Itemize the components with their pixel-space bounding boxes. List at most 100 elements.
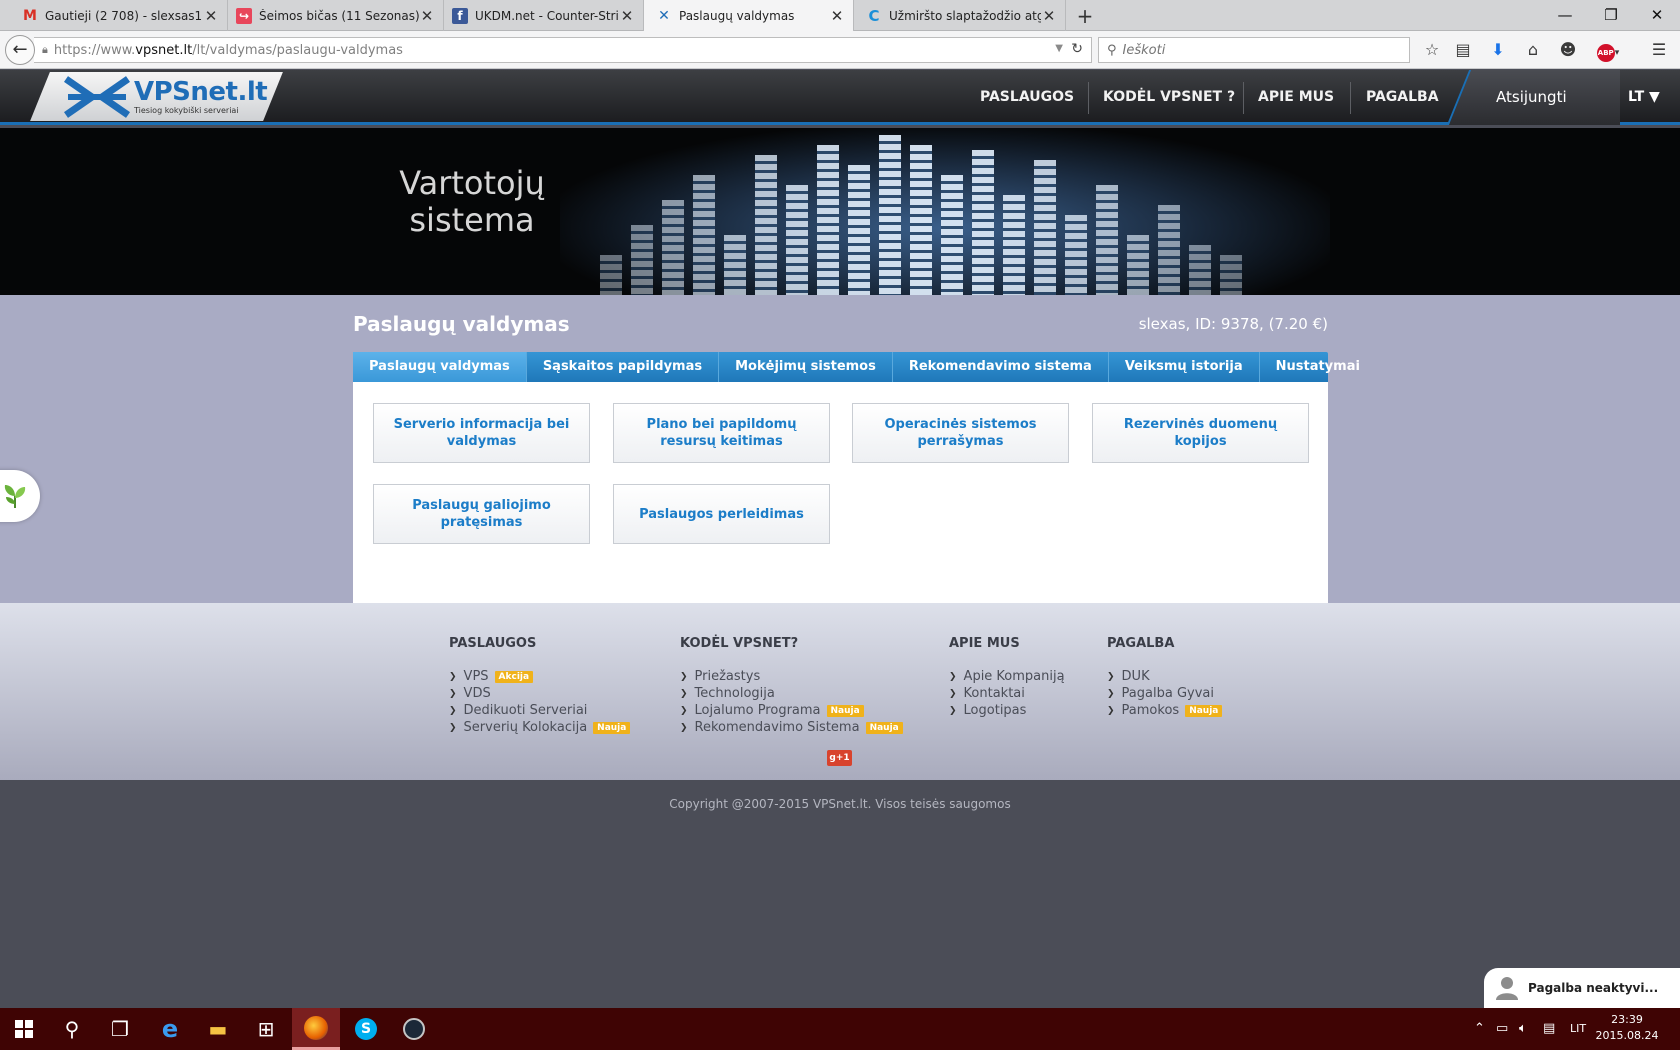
show-hidden-icons-icon[interactable]: ⌃ [1474,1008,1485,1050]
services-panel: Serverio informacija bei valdymas Plano … [353,382,1328,603]
os-reinstall-button[interactable]: Operacinės sistemos perrašymas [852,403,1069,463]
footer-link-duk[interactable]: ❯ DUK [1107,668,1222,685]
chevron-down-icon[interactable]: ▼ [1055,43,1063,54]
skype-icon[interactable]: S [342,1008,390,1050]
site-logo[interactable]: VPSnet.lt Tiesiog kokybiški serveriai [64,73,268,121]
footer-link-vps[interactable]: ❯ VPS Akcija [449,668,630,685]
store-icon[interactable]: ⊞ [242,1008,290,1050]
nav-divider [1243,82,1244,114]
windows-start-icon[interactable] [0,1008,48,1050]
close-window-button[interactable]: ✕ [1634,0,1680,31]
chevron-right-icon: ❯ [949,705,957,716]
action-center-icon[interactable]: ▤ [1543,1008,1555,1050]
plan-change-button[interactable]: Plano bei papildomų resursų keitimas [613,403,830,463]
footer-link-rekomendavimo[interactable]: ❯ Rekomendavimo Sistema Nauja [680,719,903,736]
footer-column-pagalba: PAGALBA ❯ DUK ❯ Pagalba Gyvai ❯ Pamokos Nauj… [1107,636,1223,719]
chevron-right-icon: ❯ [680,671,688,682]
browser-tab-vpsnet[interactable]: ✕ Paslaugų valdymas ✕ [644,0,854,32]
footer-link-vds[interactable]: ❯ VDS [449,685,630,702]
server-info-button[interactable]: Serverio informacija bei valdymas [373,403,590,463]
footer-link-technologija[interactable]: ❯ Technologija [680,685,903,702]
language-select[interactable]: LT ▼ [1628,70,1660,125]
search-icon[interactable]: ⚲ [48,1008,96,1050]
clock-time: 23:39 [1611,1013,1643,1026]
tab-rekomendavimo-sistema[interactable]: Rekomendavimo sistema [893,352,1109,382]
close-icon[interactable]: ✕ [829,7,845,25]
service-transfer-button[interactable]: Paslaugos perleidimas [613,484,830,544]
reading-list-icon[interactable]: ▤ [1452,39,1474,61]
firefox-icon[interactable] [292,1008,340,1050]
live-chat-widget[interactable]: Pagalba neaktyvi... [1484,968,1680,1008]
bookmark-star-icon[interactable]: ☆ [1421,39,1443,61]
adblock-icon[interactable]: ABP▾ [1592,39,1624,62]
taskbar-clock[interactable]: 23:39 2015.08.24 [1582,1012,1672,1044]
search-bar[interactable]: ⚲ [1098,37,1410,63]
footer-link-dedikuoti[interactable]: ❯ Dedikuoti Serveriai [449,702,630,719]
browser-tab-bar: M Gautieji (2 708) - slexsas1... ✕ ↪ Šei… [0,0,1680,32]
footer-link-pagalba-gyvai[interactable]: ❯ Pagalba Gyvai [1107,685,1222,702]
chevron-right-icon: ❯ [449,671,457,682]
tab-title: Gautieji (2 708) - slexsas1... [45,8,203,23]
tab-paslaugu-valdymas[interactable]: Paslaugų valdymas [353,352,527,382]
nav-apie-mus[interactable]: APIE MUS [1258,70,1334,125]
url-bar[interactable]: 🔒︎ https://www.vpsnet.lt/lt/valdymas/pas… [34,37,1092,63]
nav-divider [1088,82,1089,114]
network-icon[interactable]: ▭ [1496,1008,1508,1050]
footer-link-pamokos[interactable]: ❯ Pamokos Nauja [1107,702,1223,719]
vpsnet-logo-icon [64,76,130,118]
footer-heading: KODĖL VPSNET? [680,636,799,651]
close-icon[interactable]: ✕ [203,7,219,25]
nav-divider [1350,82,1351,114]
minimize-button[interactable]: — [1542,0,1588,31]
footer-link-lojalumo[interactable]: ❯ Lojalumo Programa Nauja [680,702,903,719]
tab-nustatymai[interactable]: Nustatymai [1260,352,1376,382]
url-text[interactable]: https://www.vpsnet.lt/lt/valdymas/paslau… [54,43,403,58]
home-icon[interactable]: ⌂ [1522,39,1544,61]
footer-link-kontaktai[interactable]: ❯ Kontaktai [949,685,1065,702]
close-icon[interactable]: ✕ [419,7,435,25]
close-icon[interactable]: ✕ [1041,7,1057,25]
tab-veiksmu-istorija[interactable]: Veiksmų istorija [1109,352,1260,382]
close-icon[interactable]: ✕ [619,7,635,25]
browser-tab-ukdm[interactable]: f UKDM.net - Counter-Strik... ✕ [444,0,644,31]
download-icon[interactable]: ⬇ [1487,39,1509,61]
nav-paslaugos[interactable]: PASLAUGOS [980,70,1074,125]
nav-pagalba[interactable]: PAGALBA [1366,70,1439,125]
footer-column-kodel: KODĖL VPSNET? ❯ Priežastys ❯ Technologija … [680,636,903,736]
tab-title: Paslaugų valdymas [679,9,795,23]
banner-server-bar [755,155,777,295]
tab-mokejimu-sistemos[interactable]: Mokėjimų sistemos [719,352,893,382]
chat-extension-icon[interactable]: ☻ [1557,39,1579,61]
steam-icon[interactable] [390,1008,438,1050]
browser-tab-uzmirsto[interactable]: C Užmiršto slaptažodžio atg... ✕ [854,0,1066,31]
footer-link-logotipas[interactable]: ❯ Logotipas [949,702,1065,719]
task-view-icon[interactable]: ❐ [96,1008,144,1050]
backups-button[interactable]: Rezervinės duomenų kopijos [1092,403,1309,463]
edge-icon[interactable]: e [146,1008,194,1050]
footer-link-priezastys[interactable]: ❯ Priežastys [680,668,903,685]
google-plus-button[interactable]: g+1 [827,750,852,766]
nav-kodel-vpsnet[interactable]: KODĖL VPSNET ? [1103,70,1235,125]
banner-server-bar [724,235,746,295]
menu-icon[interactable]: ☰ [1648,39,1670,61]
footer-link-kolokacija[interactable]: ❯ Serverių Kolokacija Nauja [449,719,631,736]
banner-server-bar [941,175,963,295]
chevron-right-icon: ❯ [680,722,688,733]
volume-icon[interactable]: 🔈︎ [1519,1008,1527,1050]
reload-icon[interactable]: ↻ [1071,41,1083,57]
new-badge: Nauja [1185,704,1223,717]
search-input[interactable] [1122,42,1373,58]
browser-tab-seimos[interactable]: ↪ Šeimos bičas (11 Sezonas) ... ✕ [228,0,444,31]
banner-server-bar [848,165,870,295]
logout-button[interactable]: Atsijungti [1496,70,1567,125]
new-tab-button[interactable]: + [1072,3,1098,29]
vpsnet-icon: ✕ [658,8,670,24]
footer-link-apie-kompanija[interactable]: ❯ Apie Kompaniją [949,668,1065,685]
file-explorer-icon[interactable]: ▬ [194,1008,242,1050]
service-renewal-button[interactable]: Paslaugų galiojimo pratęsimas [373,484,590,544]
restore-button[interactable]: ❐ [1588,0,1634,31]
tab-saskaitos-papildymas[interactable]: Sąskaitos papildymas [527,352,720,382]
chevron-right-icon: ❯ [449,688,457,699]
back-button[interactable]: ← [5,35,35,65]
browser-tab-gmail[interactable]: M Gautieji (2 708) - slexsas1... ✕ [0,0,228,31]
